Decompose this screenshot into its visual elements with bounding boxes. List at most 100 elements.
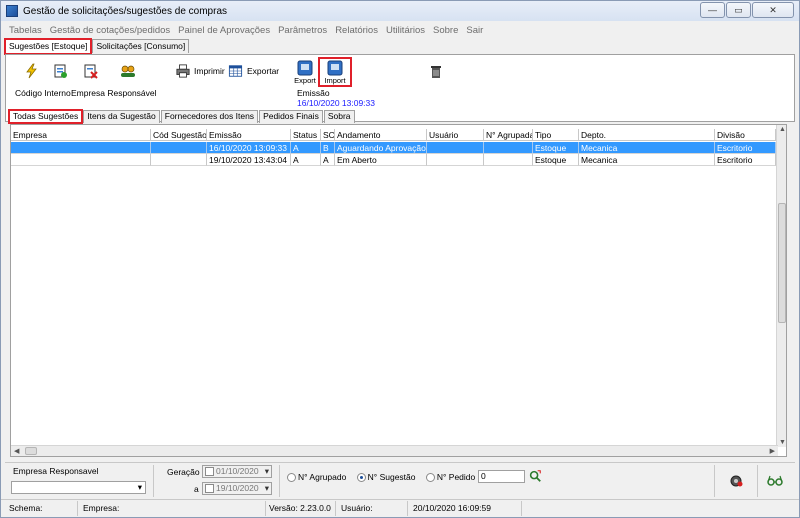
radio-pedido[interactable]: N° Pedido <box>425 472 475 483</box>
cell-sc: B <box>321 142 335 154</box>
close-button[interactable]: ✕ <box>752 2 794 18</box>
col-n-agrupada[interactable]: N° Agrupada <box>484 129 533 141</box>
spreadsheet-export-icon <box>228 65 243 77</box>
tab-solicitacoes-consumo[interactable]: Solicitações [Consumo] <box>92 39 190 53</box>
divider <box>714 465 715 497</box>
cell-sc: A <box>321 154 335 166</box>
col-usuario[interactable]: Usuário <box>427 129 484 141</box>
chevron-down-icon: ▾ <box>264 483 269 493</box>
window-title: Gestão de solicitações/sugestões de comp… <box>23 5 227 17</box>
search-type-radios: N° Agrupado N° Sugestão N° Pedido <box>287 472 475 483</box>
title-bar: Gestão de solicitações/sugestões de comp… <box>1 1 799 21</box>
status-bar: Schema: Empresa: Versão: 2.23.0.0 Usuári… <box>1 499 799 517</box>
date-from-checkbox[interactable] <box>205 467 214 477</box>
divider <box>335 501 336 516</box>
divider <box>153 465 154 497</box>
col-emissao[interactable]: Emissão <box>207 129 291 141</box>
status-usuario: Usuário: <box>341 503 373 513</box>
col-empresa[interactable]: Empresa <box>11 129 151 141</box>
vertical-scroll-thumb[interactable] <box>778 203 786 323</box>
empresa-filter-label: Empresa Responsavel <box>13 466 99 476</box>
cell-depto: Mecanica <box>579 142 715 154</box>
menu-utilitarios[interactable]: Utilitários <box>386 25 425 36</box>
scroll-up-icon[interactable]: ▲ <box>779 126 786 133</box>
filter-panel: Empresa Responsavel ▾ Geração 01/10/2020… <box>5 462 795 498</box>
menu-relatorios[interactable]: Relatórios <box>335 25 378 36</box>
vertical-scrollbar[interactable]: ▲ ▼ <box>776 125 786 447</box>
sugestoes-grid[interactable]: Empresa Cód Sugestão Emissão Status SC A… <box>10 124 787 457</box>
empresa-filter-select[interactable]: ▾ <box>11 481 146 494</box>
date-to-checkbox[interactable] <box>205 484 214 494</box>
menu-gestao-cotacoes[interactable]: Gestão de cotações/pedidos <box>50 25 170 36</box>
cell-usuario <box>427 154 484 166</box>
glasses-icon[interactable] <box>767 473 783 487</box>
number-search-input[interactable]: 0 <box>478 470 525 483</box>
export-small-button[interactable]: Export <box>292 60 318 85</box>
table-row[interactable]: 16/10/2020 13:09:33 A B Aguardando Aprov… <box>11 142 776 154</box>
cell-n-agrupada <box>484 142 533 154</box>
trash-icon[interactable] <box>428 63 444 79</box>
lightning-icon[interactable] <box>24 63 40 79</box>
maximize-button[interactable]: ▭ <box>726 2 751 18</box>
radio-circle[interactable] <box>356 473 366 483</box>
divider <box>407 501 408 516</box>
scroll-left-icon[interactable]: ◀ <box>14 447 19 455</box>
radio-circle[interactable] <box>425 473 435 483</box>
radio-agrupado[interactable]: N° Agrupado <box>287 472 346 483</box>
table-row[interactable]: 19/10/2020 13:43:04 A A Em Aberto Estoqu… <box>11 154 776 166</box>
tab-todas-sugestoes[interactable]: Todas Sugestões <box>7 109 84 124</box>
tab-sobra[interactable]: Sobra <box>323 110 355 123</box>
app-icon <box>6 5 18 17</box>
search-go-icon[interactable] <box>528 469 542 483</box>
menu-tabelas[interactable]: Tabelas <box>9 25 42 36</box>
col-status[interactable]: Status <box>291 129 321 141</box>
chevron-down-icon: ▾ <box>137 482 142 492</box>
col-divisao[interactable]: Divisão <box>715 129 776 141</box>
date-to-value: 19/10/2020 <box>216 483 259 493</box>
col-depto[interactable]: Depto. <box>579 129 715 141</box>
menu-sobre[interactable]: Sobre <box>433 25 458 36</box>
scroll-right-icon[interactable]: ▶ <box>770 447 775 455</box>
radio-sugestao[interactable]: N° Sugestão <box>356 472 416 483</box>
import-label: Import <box>324 76 346 85</box>
tab-pedidos-finais[interactable]: Pedidos Finais <box>259 110 323 123</box>
divider <box>521 501 522 516</box>
status-datetime: 20/10/2020 16:09:59 <box>413 503 491 513</box>
date-from-field[interactable]: 01/10/2020 ▾ <box>202 465 272 478</box>
emissao-label: Emissão <box>297 88 330 98</box>
delete-document-icon[interactable] <box>82 63 98 79</box>
col-tipo[interactable]: Tipo <box>533 129 579 141</box>
cell-andamento: Em Aberto <box>335 154 427 166</box>
horizontal-scroll-thumb[interactable] <box>25 447 37 455</box>
export-button[interactable]: Exportar <box>228 64 279 78</box>
inner-tabs: Todas Sugestões Itens da Sugestão Fornec… <box>7 109 356 124</box>
status-empresa: Empresa: <box>83 503 120 513</box>
settings-icon[interactable] <box>728 473 744 489</box>
col-cod-sugestao[interactable]: Cód Sugestão <box>151 129 207 141</box>
menu-sair[interactable]: Sair <box>466 25 483 36</box>
col-sc[interactable]: SC <box>321 129 335 141</box>
scroll-down-icon[interactable]: ▼ <box>779 439 786 446</box>
divider <box>265 501 266 516</box>
col-andamento[interactable]: Andamento <box>335 129 427 141</box>
menu-painel-aprovacoes[interactable]: Painel de Aprovações <box>178 25 270 36</box>
empresa-responsavel-label: Empresa Responsável <box>71 88 157 98</box>
cell-emissao: 19/10/2020 13:43:04 <box>207 154 291 166</box>
cell-emissao: 16/10/2020 13:09:33 <box>207 142 291 154</box>
radio-circle[interactable] <box>287 473 296 483</box>
tab-sugestoes-estoque[interactable]: Sugestões [Estoque] <box>3 38 93 55</box>
print-button[interactable]: Imprimir <box>176 64 225 78</box>
users-icon[interactable] <box>120 63 136 79</box>
cell-divisao: Escritorio <box>715 154 776 166</box>
horizontal-scrollbar[interactable]: ◀ ▶ <box>11 445 778 456</box>
new-document-icon[interactable] <box>52 63 68 79</box>
minimize-button[interactable]: — <box>700 2 725 18</box>
import-button[interactable]: Import <box>318 57 352 87</box>
tab-itens-sugestao[interactable]: Itens da Sugestão <box>83 110 160 123</box>
cell-tipo: Estoque <box>533 142 579 154</box>
menu-parametros[interactable]: Parâmetros <box>278 25 327 36</box>
export-label: Exportar <box>247 66 280 76</box>
date-from-value: 01/10/2020 <box>216 466 259 476</box>
date-to-field[interactable]: 19/10/2020 ▾ <box>202 482 272 495</box>
tab-fornecedores-itens[interactable]: Fornecedores dos Itens <box>160 110 259 123</box>
